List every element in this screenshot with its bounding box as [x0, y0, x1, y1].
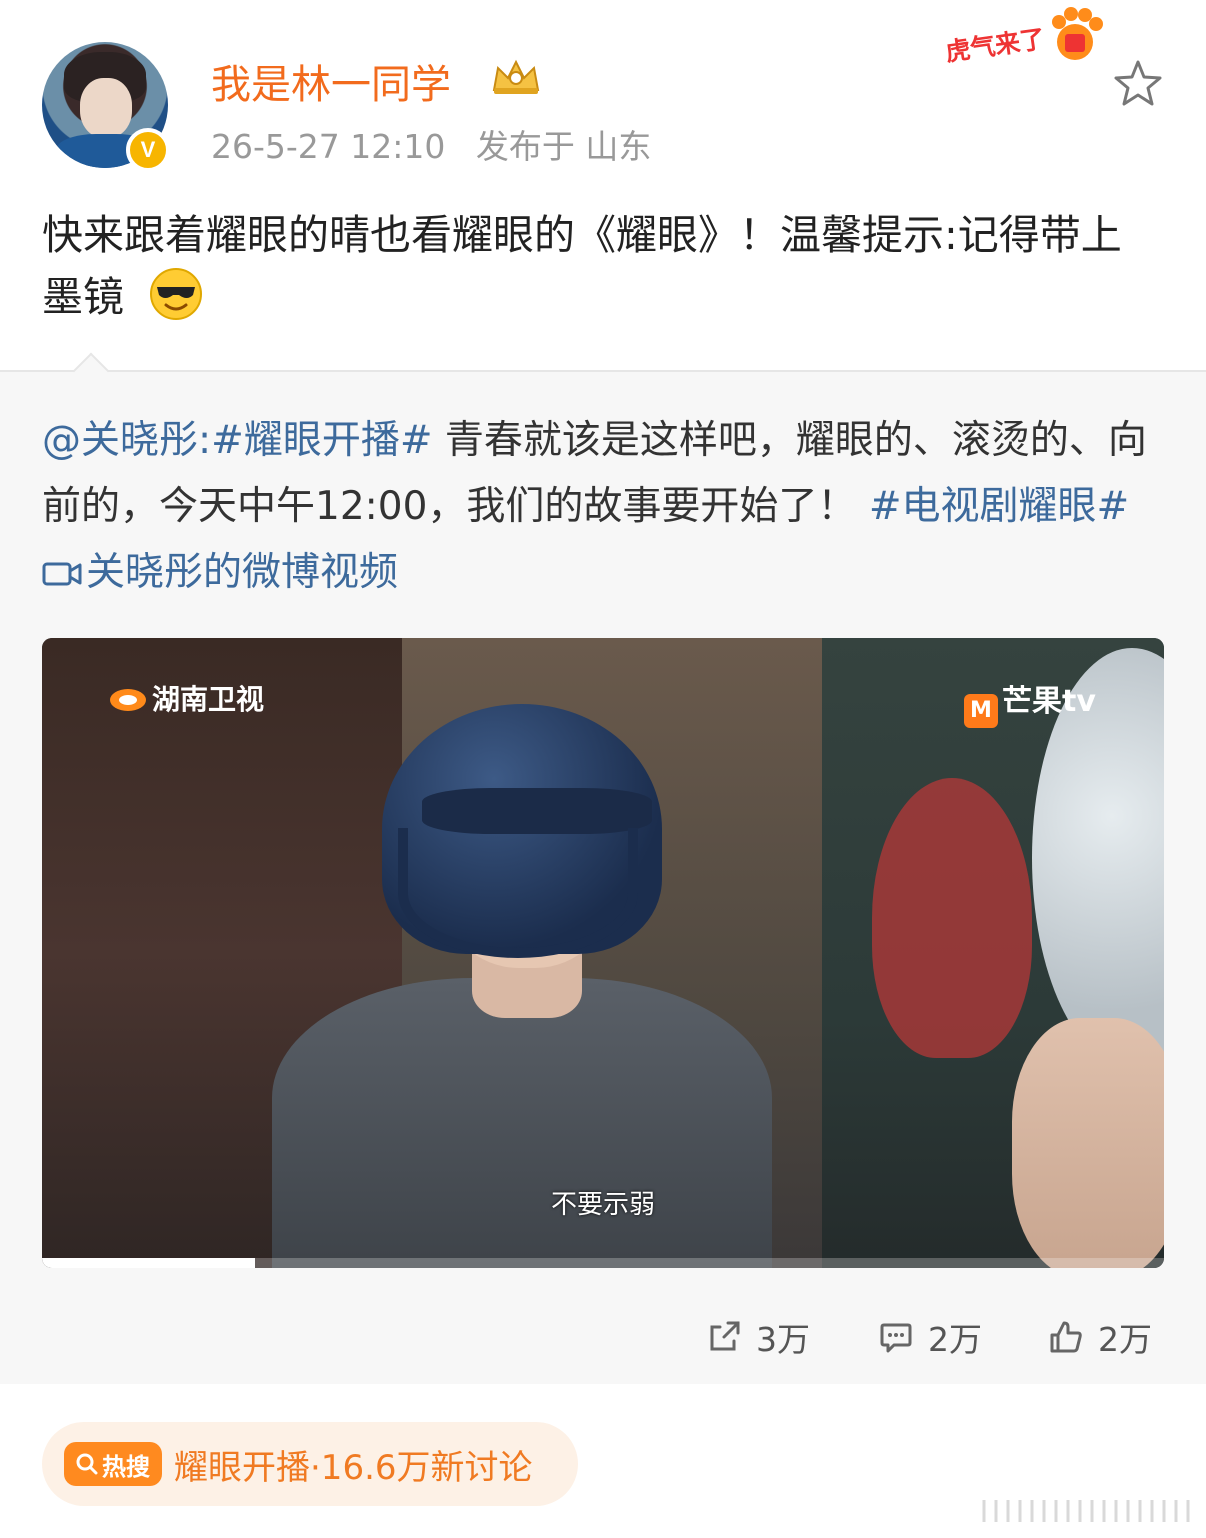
campaign-badge[interactable]: 虎气来了	[943, 6, 1115, 68]
sunglasses-emoji-icon	[150, 268, 203, 320]
hot-search-pill[interactable]: 热搜 耀眼开播·16.6万新讨论	[42, 1422, 578, 1506]
other-person-arm	[1012, 1018, 1164, 1268]
mention-link[interactable]: @关晓彤:	[42, 418, 211, 463]
like-count: 2万	[1098, 1320, 1152, 1359]
watermark-mango-label: 芒果tv	[1002, 684, 1096, 719]
repost-button[interactable]: 3万	[706, 1314, 810, 1360]
campaign-badge-label: 虎气来了	[943, 24, 1047, 67]
watermark-hunan: 湖南卫视	[108, 678, 264, 718]
repost-count: 3万	[756, 1320, 810, 1359]
hashtag-link[interactable]: #耀眼开播#	[211, 418, 432, 463]
video-link[interactable]: 关晓彤的微博视频	[42, 550, 398, 595]
post-header: V 我是林一同学 26-5-27 12:10 发布于 山东 虎气来了	[0, 0, 1206, 180]
video-link-label: 关晓彤的微博视频	[86, 550, 399, 595]
like-button[interactable]: 2万	[1048, 1314, 1152, 1360]
crown-icon	[492, 59, 540, 94]
comment-icon	[880, 1323, 912, 1353]
watermark-hunan-label: 湖南卫视	[152, 683, 265, 716]
username[interactable]: 我是林一同学	[211, 52, 451, 110]
comment-count: 2万	[928, 1320, 982, 1359]
watermark-lines-icon	[982, 1500, 1190, 1522]
video-progress-fill	[42, 1258, 256, 1268]
share-icon	[710, 1321, 740, 1351]
hunan-tv-logo-icon	[110, 689, 146, 711]
repost-text: @关晓彤:#耀眼开播# 青春就该是这样吧，耀眼的、滚烫的、向前的，今天中午12:…	[42, 408, 1164, 606]
hashtag-link-2[interactable]: #电视剧耀眼#	[869, 484, 1129, 529]
post-body: 快来跟着耀眼的晴也看耀眼的《耀眼》！温馨提示:记得带上墨镜	[42, 211, 1122, 321]
video-subtitle: 不要示弱	[550, 1190, 655, 1220]
paw-icon	[1052, 7, 1103, 60]
verified-badge-icon: V	[126, 128, 170, 172]
hot-search-text: 耀眼开播·16.6万新讨论	[174, 1447, 533, 1488]
post-location: 发布于 山东	[475, 127, 652, 166]
mango-tv-logo-icon: M	[964, 694, 998, 728]
person-body	[272, 978, 772, 1268]
avatar-face	[80, 78, 132, 138]
watermark-mango: M 芒果tv	[964, 676, 1096, 728]
post-meta: 26-5-27 12:10 发布于 山东	[211, 120, 671, 168]
post-date: 26-5-27 12:10	[211, 127, 446, 166]
favorite-star-icon[interactable]	[1112, 58, 1164, 110]
hot-search-badge-label: 热搜	[102, 1452, 150, 1481]
video-player[interactable]: 湖南卫视 M 芒果tv 不要示弱	[42, 638, 1164, 1268]
helmet-strap	[398, 828, 638, 958]
post-text: 快来跟着耀眼的晴也看耀眼的《耀眼》！温馨提示:记得带上墨镜	[42, 204, 1162, 328]
wall-painting	[872, 778, 1032, 1058]
video-camera-icon	[42, 562, 82, 586]
search-icon	[76, 1453, 98, 1475]
hot-search-badge: 热搜	[64, 1442, 162, 1486]
comment-button[interactable]: 2万	[878, 1314, 982, 1360]
thumbs-up-icon	[1050, 1321, 1082, 1353]
video-progress-bar[interactable]	[42, 1258, 1164, 1268]
